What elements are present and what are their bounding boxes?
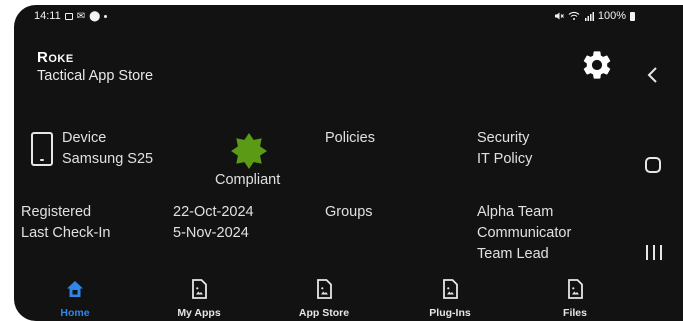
groups-label: Groups	[325, 204, 373, 220]
policies-label: Policies	[325, 130, 375, 146]
phone-screen: 14:11 ✉ ⬤ 100% Roke Tactical App Store D…	[14, 5, 683, 321]
mute-icon	[554, 12, 564, 20]
tab-app-store[interactable]: App Store	[269, 270, 379, 321]
tab-files-label: Files	[563, 307, 587, 319]
recents-bar-icon	[646, 245, 648, 260]
tab-plug-ins-label: Plug-Ins	[429, 307, 471, 319]
last-checkin-date: 5-Nov-2024	[173, 225, 249, 241]
tab-plug-ins[interactable]: Plug-Ins	[395, 270, 505, 321]
battery-percent: 100%	[597, 10, 626, 22]
more-notifications-icon	[104, 14, 108, 18]
battery-icon	[630, 11, 635, 21]
home-nav-button[interactable]	[645, 157, 661, 173]
compliant-badge-icon	[231, 133, 267, 169]
gallery-notification-icon	[64, 12, 73, 20]
image-file-icon	[192, 279, 207, 299]
status-bar: 14:11 ✉ ⬤ 100%	[14, 5, 683, 27]
bottom-navigation: Home My Apps App Store Plug-Ins Files	[14, 270, 683, 321]
status-right: 100%	[554, 10, 635, 22]
group-item: Communicator	[477, 225, 572, 241]
back-nav-icon[interactable]	[646, 66, 660, 84]
tab-home[interactable]: Home	[20, 270, 130, 321]
brand-logo-text: Roke	[37, 49, 74, 66]
recents-bar-icon	[660, 245, 662, 260]
device-label: Device	[62, 130, 107, 146]
tab-my-apps-label: My Apps	[177, 307, 221, 319]
group-item: Alpha Team	[477, 204, 554, 220]
smartphone-icon	[31, 132, 53, 166]
recents-bar-icon	[653, 245, 655, 260]
tab-app-store-label: App Store	[298, 307, 350, 319]
status-left: 14:11 ✉ ⬤	[34, 10, 108, 22]
signal-icon	[584, 12, 594, 21]
app-subtitle: Tactical App Store	[37, 68, 154, 84]
location-icon: ⬤	[89, 10, 101, 22]
image-file-icon	[568, 279, 583, 299]
device-model: Samsung S25	[62, 151, 154, 167]
registered-date: 22-Oct-2024	[173, 204, 254, 220]
group-item: Team Lead	[477, 246, 549, 262]
tab-home-label: Home	[60, 307, 90, 319]
wifi-icon	[568, 11, 580, 20]
tab-files[interactable]: Files	[520, 270, 630, 321]
image-file-icon	[317, 279, 332, 299]
status-time: 14:11	[34, 10, 61, 22]
registered-label: Registered	[21, 204, 92, 220]
settings-gear-icon[interactable]	[580, 48, 614, 82]
policy-item: Security	[477, 130, 530, 146]
policy-item: IT Policy	[477, 151, 533, 167]
last-checkin-label: Last Check-In	[21, 225, 111, 241]
home-icon	[67, 281, 83, 297]
image-file-icon	[443, 279, 458, 299]
compliance-status: Compliant	[215, 172, 281, 188]
tab-my-apps[interactable]: My Apps	[144, 270, 254, 321]
recents-nav-button[interactable]	[646, 245, 662, 260]
mail-notification-icon: ✉	[76, 10, 86, 22]
